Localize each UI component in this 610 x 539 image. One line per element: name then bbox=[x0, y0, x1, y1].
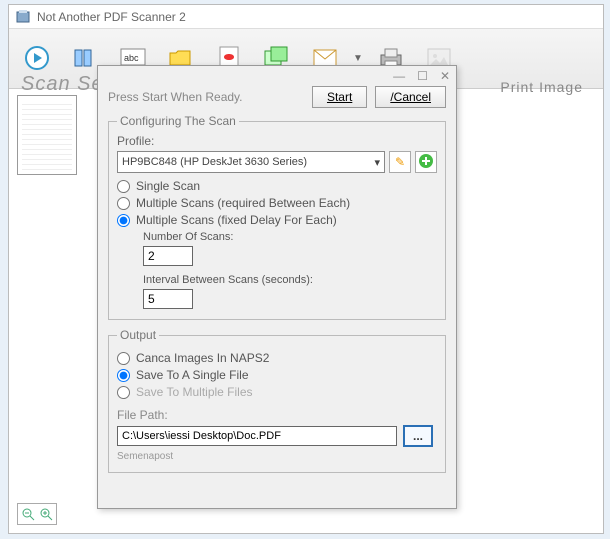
radio-multi-between[interactable]: Multiple Scans (required Between Each) bbox=[117, 196, 437, 210]
footer-text: Semenapost bbox=[117, 451, 437, 462]
filepath-input[interactable] bbox=[117, 426, 397, 446]
add-profile-button[interactable] bbox=[415, 151, 437, 173]
profiles-icon bbox=[71, 44, 99, 72]
configure-fieldset: Configuring The Scan Profile: HP9BC848 (… bbox=[108, 114, 446, 320]
configure-legend: Configuring The Scan bbox=[117, 114, 239, 128]
zoom-controls bbox=[17, 503, 57, 525]
serial-scan-dialog: — ☐ ✕ Press Start When Ready. Start /Can… bbox=[97, 65, 457, 509]
profile-value: HP9BC848 (HP DeskJet 3630 Series) bbox=[122, 156, 307, 168]
interval-label: Interval Between Scans (seconds): bbox=[143, 274, 437, 286]
edit-profile-button[interactable]: ✎ bbox=[389, 151, 411, 173]
radio-canca[interactable]: Canca Images In NAPS2 bbox=[117, 351, 437, 365]
plus-icon bbox=[418, 153, 434, 172]
start-button[interactable]: Start bbox=[312, 86, 367, 108]
radio-save-multi[interactable]: Save To Multiple Files bbox=[117, 385, 437, 399]
close-button[interactable]: ✕ bbox=[440, 69, 450, 83]
num-scans-input[interactable] bbox=[143, 246, 193, 266]
output-fieldset: Output Canca Images In NAPS2 Save To A S… bbox=[108, 328, 446, 473]
pencil-icon: ✎ bbox=[395, 155, 405, 169]
print-label: Print Image bbox=[500, 79, 583, 95]
filepath-label: File Path: bbox=[117, 408, 437, 422]
zoom-in-button[interactable] bbox=[38, 506, 54, 522]
title-bar: Not Another PDF Scanner 2 bbox=[9, 5, 603, 29]
radio-save-single[interactable]: Save To A Single File bbox=[117, 368, 437, 382]
output-legend: Output bbox=[117, 328, 159, 342]
minimize-button[interactable]: — bbox=[393, 69, 405, 83]
instruction-text: Press Start When Ready. bbox=[108, 90, 304, 104]
maximize-button[interactable]: ☐ bbox=[417, 69, 428, 83]
svg-text:abc: abc bbox=[124, 53, 139, 63]
cancel-button[interactable]: /Cancel bbox=[375, 86, 446, 108]
thumbnail-sidebar bbox=[17, 95, 97, 181]
window-title: Not Another PDF Scanner 2 bbox=[37, 10, 186, 24]
page-thumbnail[interactable] bbox=[17, 95, 77, 175]
dialog-titlebar: — ☐ ✕ bbox=[98, 66, 456, 86]
browse-button[interactable]: ... bbox=[403, 425, 433, 447]
chevron-down-icon: ▾ bbox=[374, 156, 380, 169]
main-window: Not Another PDF Scanner 2 abc ▼ bbox=[8, 4, 604, 534]
radio-single-scan[interactable]: Single Scan bbox=[117, 179, 437, 193]
num-scans-label: Number Of Scans: bbox=[143, 231, 437, 243]
radio-multi-delay[interactable]: Multiple Scans (fixed Delay For Each) bbox=[117, 213, 437, 227]
interval-input[interactable] bbox=[143, 289, 193, 309]
app-icon bbox=[15, 9, 31, 25]
profile-label: Profile: bbox=[117, 134, 437, 148]
play-icon bbox=[23, 44, 51, 72]
zoom-out-button[interactable] bbox=[20, 506, 36, 522]
profile-select[interactable]: HP9BC848 (HP DeskJet 3630 Series) ▾ bbox=[117, 151, 385, 173]
toolbar-dropdown-icon[interactable]: ▼ bbox=[353, 53, 363, 64]
